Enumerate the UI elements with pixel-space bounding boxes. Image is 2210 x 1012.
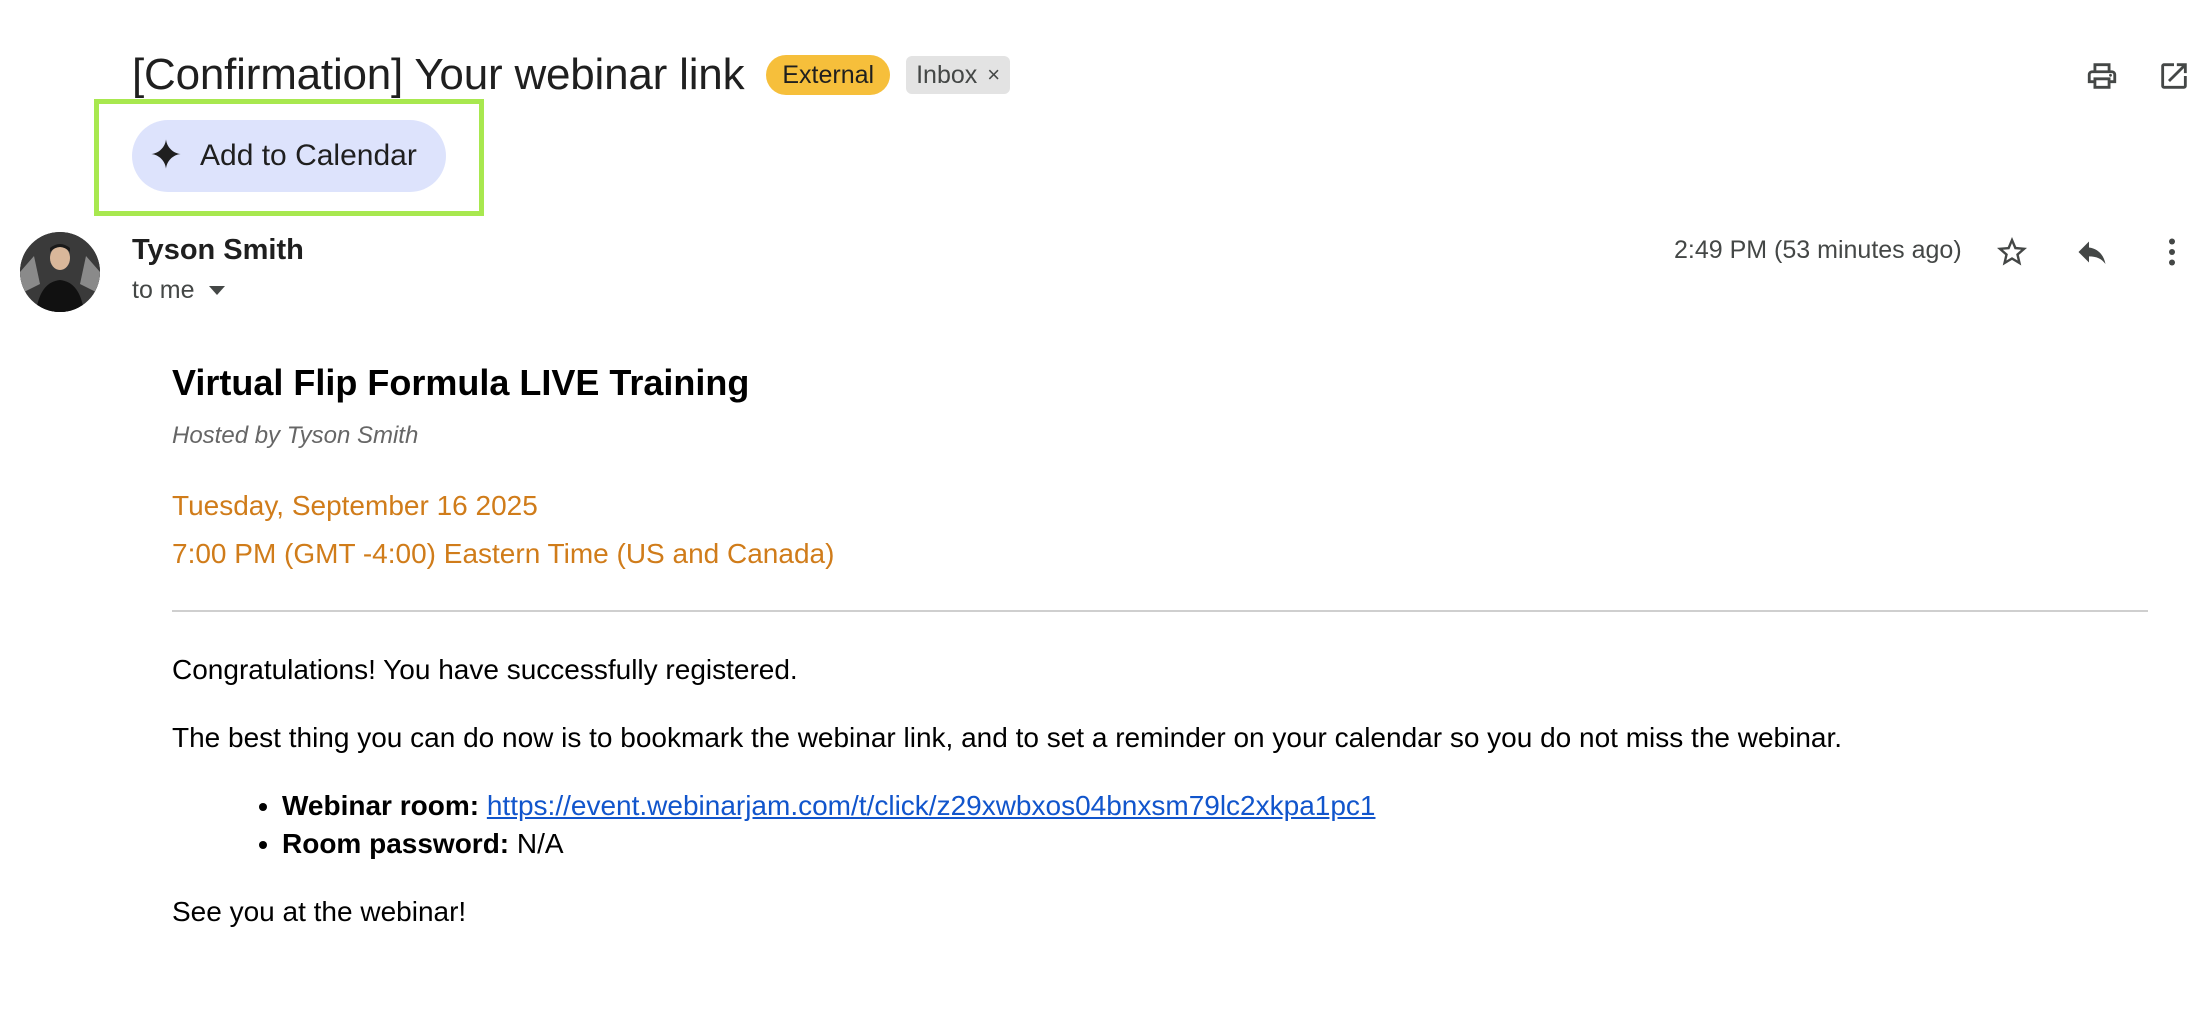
message-actions [1972,224,2210,280]
list-item: Room password: N/A [282,828,2150,860]
inbox-label-chip[interactable]: Inbox × [906,56,1011,94]
congrats-text: Congratulations! You have successfully r… [172,654,798,685]
add-to-calendar-button[interactable]: Add to Calendar [132,120,446,192]
recipient-details-toggle[interactable]: to me [132,276,225,305]
inbox-label-text: Inbox [916,61,978,89]
webinar-room-link[interactable]: https://event.webinarjam.com/t/click/z29… [487,790,1376,821]
sender-avatar[interactable] [20,232,100,312]
reply-icon[interactable] [2052,224,2132,280]
email-timestamp: 2:49 PM (53 minutes ago) [1674,236,1962,264]
event-title: Virtual Flip Formula LIVE Training [172,362,750,403]
sender-name[interactable]: Tyson Smith [132,234,304,267]
signoff-text: See you at the webinar! [172,896,467,927]
external-badge: External [766,55,891,95]
message-body: Virtual Flip Formula LIVE Training Hoste… [172,362,2150,928]
star-icon[interactable] [1972,224,2052,280]
divider [172,610,2148,612]
event-time: 7:00 PM (GMT -4:00) Eastern Time (US and… [172,538,835,569]
webinar-details-list: Webinar room: https://event.webinarjam.c… [172,790,2150,860]
open-in-new-window-icon[interactable] [2138,50,2210,102]
advice-text: The best thing you can do now is to book… [172,722,1843,753]
more-vertical-icon[interactable] [2132,224,2210,280]
sparkle-icon [150,138,182,175]
event-date: Tuesday, September 16 2025 [172,490,538,521]
add-to-calendar-label: Add to Calendar [200,139,417,172]
email-subject: [Confirmation] Your webinar link [132,50,745,99]
event-host: Hosted by Tyson Smith [172,422,419,449]
room-password-label: Room password: [282,828,510,859]
subject-row: [Confirmation] Your webinar link Externa… [132,44,1011,106]
chevron-down-icon [208,286,225,295]
list-item: Webinar room: https://event.webinarjam.c… [282,790,2150,822]
print-icon[interactable] [2066,50,2138,102]
remove-label-button[interactable]: × [987,56,1000,94]
recipient-text: to me [132,276,195,304]
webinar-room-label: Webinar room: [282,790,480,821]
top-actions [2066,50,2210,102]
room-password-value: N/A [516,828,564,859]
